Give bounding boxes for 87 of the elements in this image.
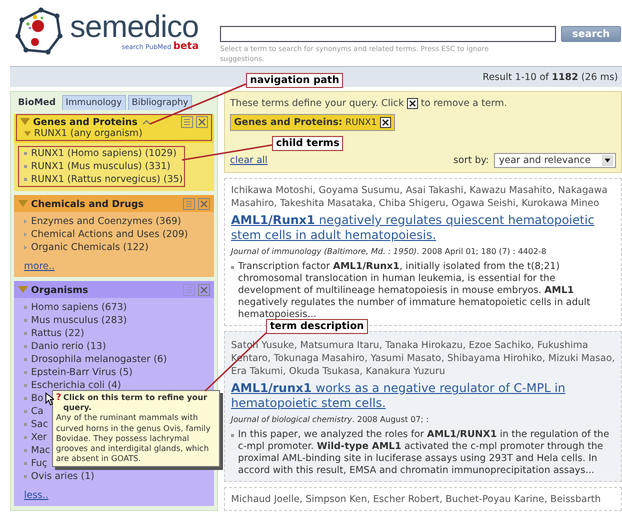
help-icon: ?	[56, 393, 62, 414]
expand-triangle-icon[interactable]	[18, 286, 28, 294]
facet-term[interactable]: Ovis aries (1)	[31, 471, 94, 482]
journal-citation: Journal of biological chemistry. 2008 August 07; :	[231, 415, 430, 424]
bullet-icon	[24, 319, 27, 322]
remove-term-icon[interactable]	[380, 117, 391, 128]
facet-term[interactable]: Sac	[31, 419, 48, 430]
close-icon[interactable]	[198, 198, 210, 210]
bullet-icon	[24, 371, 27, 374]
facet-term[interactable]: Rattus (22)	[31, 328, 84, 339]
navigation-path[interactable]: RUNX1 (any organism)	[34, 128, 142, 139]
facet-term[interactable]: RUNX1 (Mus musculus) (331)	[31, 161, 170, 172]
annotation-label: navigation path	[246, 73, 344, 88]
bullet-icon	[24, 152, 27, 155]
facet-term[interactable]: RUNX1 (Homo sapiens) (1029)	[31, 148, 177, 159]
bullet-icon	[24, 332, 27, 335]
facet-term[interactable]: Mus musculus (283)	[31, 315, 127, 326]
annotation-label: term description	[266, 319, 368, 334]
mouse-pointer-icon	[45, 392, 54, 406]
bullet-icon	[24, 165, 27, 168]
abstract-text: Transcription factor AML1/Runx1, initially isolated from the t(8;21) chromosomal translocation in human leukemia, is essential for the development of multilineage hematopoiesis in mouse embryos. AML1 negatively regulates the number of immature hematopoietic cells in adult hematopoiesis...	[238, 261, 592, 321]
more-link[interactable]: less..	[24, 490, 48, 501]
list-icon[interactable]	[181, 116, 193, 128]
facet-term[interactable]: Danio rerio (13)	[31, 341, 106, 352]
list-icon[interactable]	[183, 198, 195, 210]
bullet-icon	[24, 475, 27, 478]
bullet-icon	[231, 434, 234, 437]
facet-term[interactable]: Epstein-Barr Virus (5)	[31, 367, 133, 378]
collapse-caret-icon[interactable]	[142, 119, 151, 125]
facet-term[interactable]: Xer	[31, 432, 47, 443]
facet-term[interactable]: Chemical Actions and Uses (209)	[31, 229, 188, 240]
sort-label: sort by:	[453, 155, 489, 166]
facet-term[interactable]: Escherichia coli (4)	[31, 380, 122, 391]
abstract-text: In this paper, we analyzed the roles for AML1/RUNX1 in the regulation of the c-mpl promoter. Wild-type AML1 activated the c-mpl promoter through the proximal AML-binding site in luciferase assays using 293T and Hela cells. In accord with this result, EMSA and chromatin immunoprecipitation assays...	[238, 429, 610, 477]
facet-term[interactable]: Mac	[31, 445, 50, 456]
article-title-link[interactable]: AML1/Runx1 negatively regulates quiescent hematopoietic stem cells in adult hematopoiesis.	[231, 213, 615, 243]
facet-term[interactable]: Fuç	[31, 458, 48, 469]
bullet-icon	[24, 410, 27, 413]
query-hint: to remove a term.	[420, 98, 507, 109]
facet-term[interactable]: Drosophila melanogaster (6)	[31, 354, 167, 365]
facet-title[interactable]: Chemicals and Drugs	[31, 198, 144, 210]
clear-all-link[interactable]: clear all	[230, 155, 268, 166]
expand-triangle-icon[interactable]	[18, 200, 28, 208]
facet-title[interactable]: Organisms	[31, 284, 88, 296]
tooltip-title: Click on this term to refine your query.	[63, 393, 208, 414]
bullet-icon	[24, 423, 27, 426]
term-value: RUNX1	[345, 118, 377, 128]
facet-term[interactable]: Enzymes and Coenzymes (369)	[31, 216, 182, 227]
arrow-icon	[24, 219, 27, 224]
facet-term[interactable]: Bo	[31, 393, 44, 404]
close-icon[interactable]	[198, 284, 210, 296]
category-tab[interactable]: Bibliography	[128, 95, 192, 110]
bullet-icon	[24, 306, 27, 309]
facet-term[interactable]: Ca	[31, 406, 44, 417]
facet-term[interactable]: Homo sapiens (673)	[31, 302, 127, 313]
bullet-icon	[24, 384, 27, 387]
arrow-icon	[24, 232, 27, 237]
bullet-icon	[24, 358, 27, 361]
article-title-link[interactable]: AML1/runx1 works as a negative regulator of C-MPL in hematopoietic stem cells.	[231, 381, 615, 411]
close-icon	[406, 98, 418, 109]
bullet-icon	[24, 345, 27, 348]
logo-icon	[14, 6, 64, 56]
close-icon[interactable]	[196, 116, 208, 128]
arrow-icon	[24, 245, 27, 250]
facet-term[interactable]: Organic Chemicals (122)	[31, 242, 149, 253]
term-category: Genes and Proteins:	[234, 117, 342, 128]
bullet-icon	[24, 449, 27, 452]
journal-citation: Journal of immunology (Baltimore, Md. : 1950). 2008 April 01; 180 (7) : 4402-8	[231, 247, 548, 256]
beta-label: beta	[173, 40, 199, 52]
result-count: Result 1-10 of 1182 (26 ms)	[482, 72, 618, 82]
query-hint: These terms define your query. Click	[230, 98, 404, 109]
author-list: Michaud Joelle, Simpson Ken, Escher Robert, Buchet-Poyau Karine, Beissbarth	[231, 493, 615, 506]
bullet-icon	[24, 397, 27, 400]
annotation-label: child terms	[272, 136, 344, 151]
bullet-icon	[231, 266, 234, 269]
bullet-icon	[24, 436, 27, 439]
facet-title[interactable]: Genes and Proteins	[33, 116, 138, 128]
bullet-icon	[24, 178, 27, 181]
facet-term[interactable]: RUNX1 (Rattus norvegicus) (35)	[31, 174, 183, 185]
logo-wordmark: semedico	[70, 10, 199, 42]
author-list: Ichikawa Motoshi, Goyama Susumu, Asai Takashi, Kawazu Masahito, Nakagawa Masahiro, Takeshita Masataka, Chiba Shigeru, Ogawa Seishi, Kurokawa Mineo	[231, 184, 615, 210]
category-tab[interactable]: Immunology	[62, 95, 126, 110]
more-link[interactable]: more..	[24, 261, 55, 272]
bullet-icon	[24, 462, 27, 465]
sort-dropdown[interactable]: year and relevance	[494, 153, 616, 168]
search-field[interactable]	[220, 26, 556, 42]
tooltip-text: Any of the ruminant mammals with curved horns in the genus Ovis, family Bovidae. They possess lachrymal grooves and interdigital glands, which are absent in GOATS.	[56, 413, 212, 464]
